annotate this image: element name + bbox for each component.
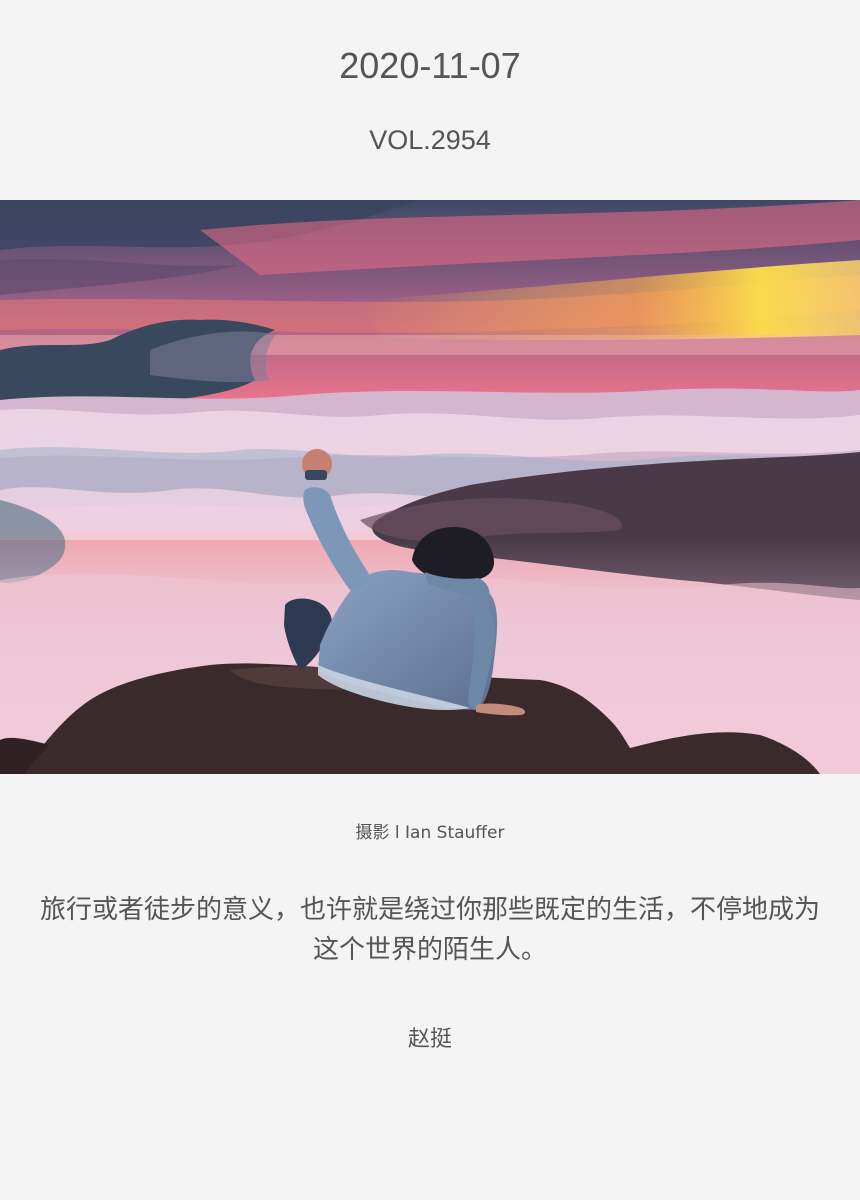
quote-author: 赵挺: [407, 1027, 452, 1052]
photo-credit: 摄影 l Ian Stauffer: [355, 823, 505, 843]
volume-number: VOL.2954: [369, 125, 491, 155]
daily-card: 2020-11-07 VOL.2954 摄影 l Ian Stauffer 旅行…: [0, 0, 860, 1200]
date-heading: 2020-11-07: [339, 45, 521, 86]
cover-photo-illustration: [0, 200, 860, 774]
daily-quote: 旅行或者徒步的意义，也许就是绕过你那些既定的生活，不停地成为这个世界的陌生人。: [39, 895, 820, 965]
cover-photo[interactable]: [0, 200, 860, 774]
